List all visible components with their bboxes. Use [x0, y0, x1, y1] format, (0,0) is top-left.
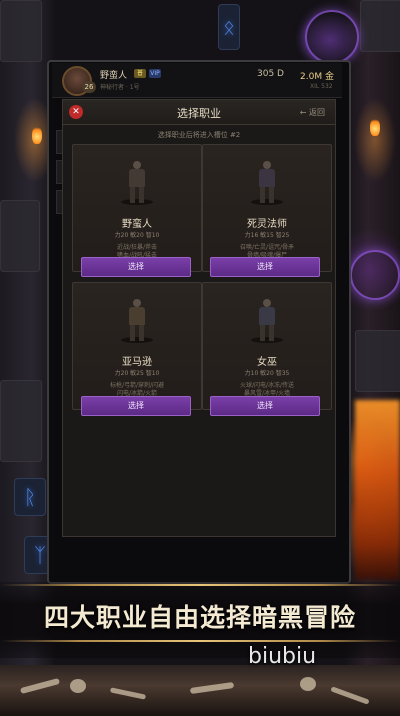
magic-portal-ring [305, 10, 359, 64]
brand-logo: biubiu [248, 644, 317, 669]
secondary-counter: XIL 532 [310, 83, 333, 90]
player-hud: 26 野蛮人 普 VIP 神秘行者 · 1号 305 D 2.0M 金 XIL … [52, 63, 342, 98]
class-name: 野蛮人 [122, 219, 152, 230]
bone-pile [0, 665, 400, 716]
class-name: 女巫 [257, 357, 277, 368]
necromancer-portrait [251, 161, 283, 205]
barbarian-portrait [121, 161, 153, 205]
wall-stone [0, 380, 42, 462]
skull [300, 677, 316, 691]
rune-stone-icon: ᚱ [14, 478, 46, 516]
select-amazon-button[interactable]: 选择 [81, 396, 191, 416]
dialog-hint: 选择职业后将进入槽位 #2 [157, 131, 241, 139]
bone [189, 681, 235, 695]
rune-stone-icon: ᛟ [218, 4, 240, 50]
bone [330, 686, 370, 705]
player-name: 野蛮人 [100, 71, 128, 81]
banner-bottom-line [0, 640, 400, 642]
select-barbarian-button[interactable]: 选择 [81, 257, 191, 277]
wall-stone [0, 200, 40, 272]
class-stats: 力10 敏20 智35 [244, 370, 290, 377]
select-sorceress-button[interactable]: 选择 [210, 396, 320, 416]
promo-slogan: 四大职业自由选择暗黑冒险 [43, 603, 356, 632]
wall-stone [360, 0, 400, 52]
class-card-amazon[interactable]: 亚马逊 力20 敏25 智10 标枪/弓箭/穿刺/闪避 闪电/冰箭/火箭 [72, 282, 202, 410]
banner-top-line [0, 584, 400, 586]
class-stats: 力20 敏25 智10 [114, 370, 160, 377]
torch-flame-icon [370, 118, 380, 136]
vip-badge: VIP [149, 69, 161, 78]
dialog-title: 选择职业 [177, 107, 221, 120]
amazon-portrait [121, 299, 153, 343]
class-name: 亚马逊 [122, 357, 152, 368]
rank-badge: 普 [134, 69, 146, 78]
class-card-necromancer[interactable]: 死灵法师 力16 敏15 智25 召唤/亡灵/诅咒/骨矛 骨墙/吸魂/爆尸 [202, 144, 332, 272]
class-stats: 力20 敏20 智10 [114, 232, 160, 239]
bone [19, 677, 61, 695]
sorceress-portrait [251, 299, 283, 343]
resource-counter: 305 D [257, 69, 284, 79]
class-select-dialog: ✕ 选择职业 ← 返回 选择职业后将进入槽位 #2 野蛮人 力20 敏20 智1… [62, 99, 336, 537]
player-subtitle: 神秘行者 · 1号 [100, 84, 140, 91]
magic-circle-ring [350, 250, 400, 300]
class-card-barbarian[interactable]: 野蛮人 力20 敏20 智10 近战/狂暴/斧击 嗜血/战吼/猛击 [72, 144, 202, 272]
lava-flow [355, 400, 400, 580]
level-badge: 26 [82, 81, 96, 93]
dialog-header: ✕ 选择职业 ← 返回 [63, 100, 335, 125]
wall-stone [0, 0, 42, 62]
select-necromancer-button[interactable]: 选择 [210, 257, 320, 277]
torch-flame-icon [32, 126, 42, 144]
gold-counter: 2.0M 金 [300, 72, 334, 82]
back-button[interactable]: ← 返回 [300, 107, 325, 118]
class-name: 死灵法师 [247, 219, 287, 230]
class-stats: 力16 敏15 智25 [244, 232, 290, 239]
skull [70, 679, 86, 693]
class-card-sorceress[interactable]: 女巫 力10 敏20 智35 火球/闪电/冰冻/传送 暴风雪/冰甲/火墙 [202, 282, 332, 410]
bone [109, 687, 147, 700]
wall-stone [355, 330, 400, 392]
